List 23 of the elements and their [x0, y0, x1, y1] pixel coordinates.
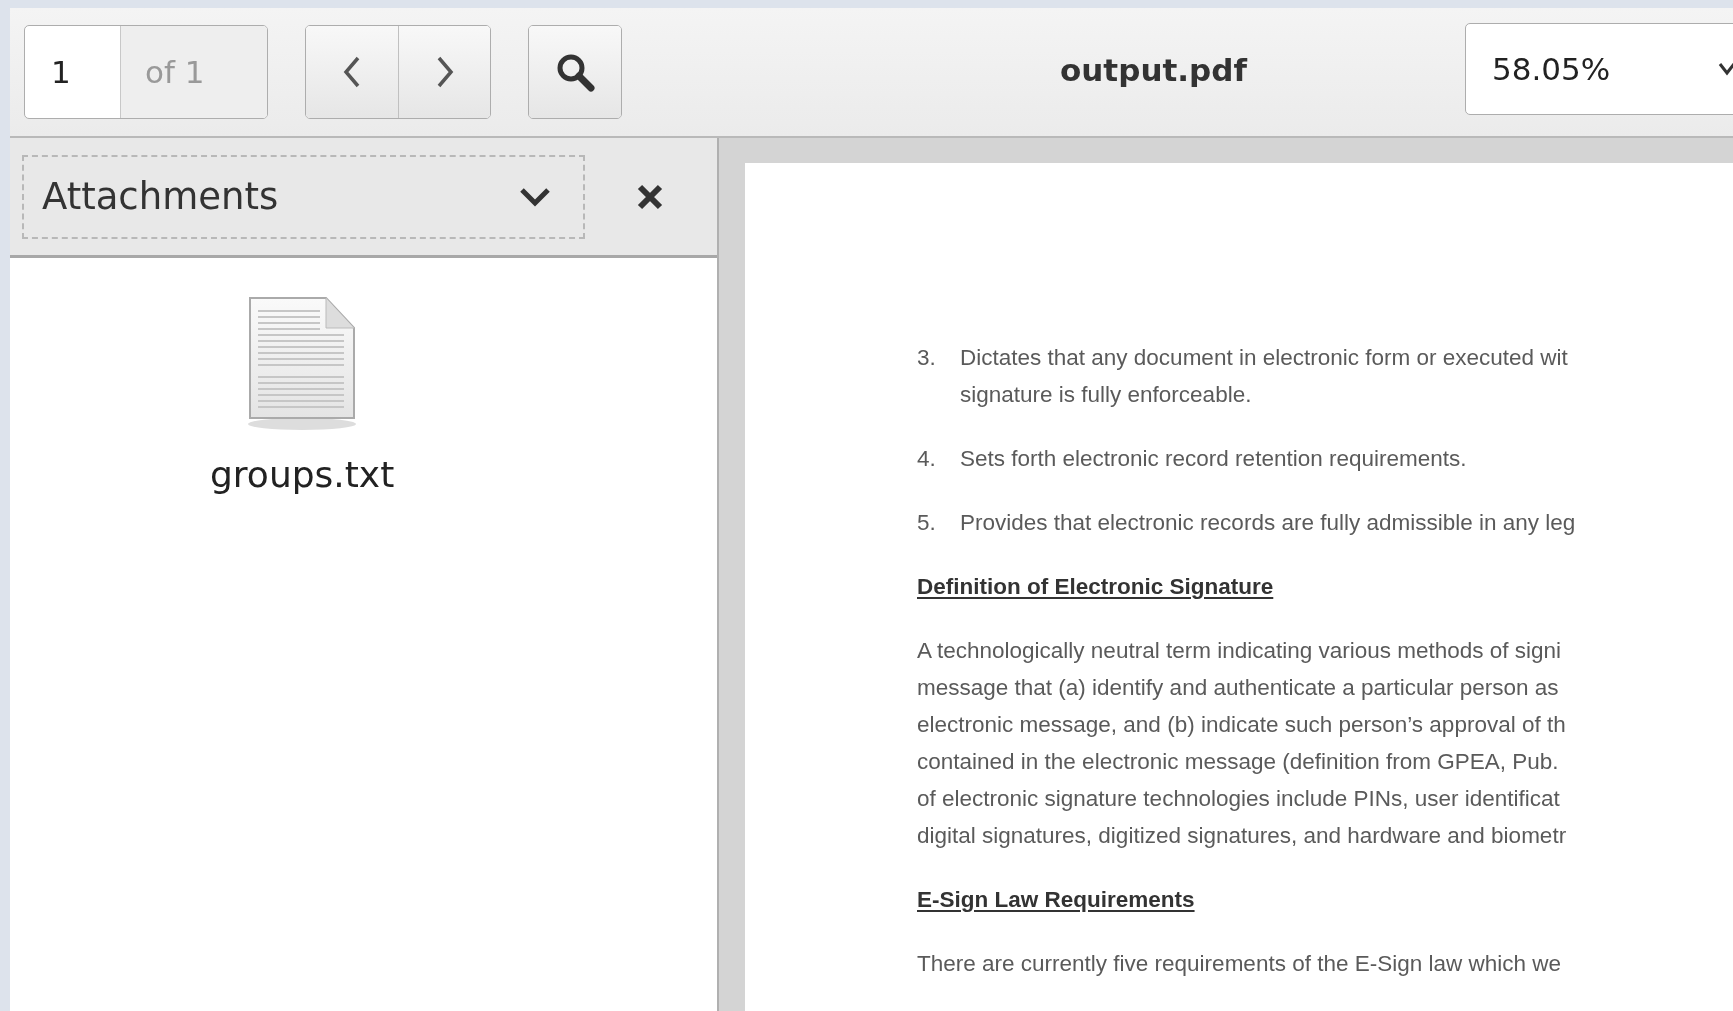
list-number: 3. — [917, 344, 937, 372]
list-number: 4. — [917, 445, 937, 473]
section-heading: E-Sign Law Requirements — [917, 886, 1195, 914]
list-item-text: Sets forth electronic record retention requirements. — [960, 445, 1467, 473]
search-icon — [555, 52, 595, 92]
zoom-dropdown[interactable]: 58.05% — [1465, 23, 1733, 115]
list-number: 5. — [917, 509, 937, 537]
close-icon[interactable] — [637, 183, 663, 210]
attachment-item[interactable]: groups.txt — [210, 296, 395, 495]
attachment-name: groups.txt — [210, 454, 395, 495]
sidebar-view-dropdown[interactable]: Attachments — [22, 154, 585, 239]
caret-icon — [1718, 62, 1733, 76]
search-button[interactable] — [529, 26, 621, 118]
page-count: of 1 — [121, 26, 267, 118]
text-file-icon — [246, 296, 359, 432]
chevron-down-icon — [519, 186, 551, 207]
chevron-left-icon — [342, 56, 362, 88]
list-item-text: Provides that electronic records are fully admissible in any leg — [960, 509, 1576, 537]
list-item-text: Dictates that any document in electronic form or executed wit signature is fully enforceable. — [960, 344, 1568, 409]
document-title: output.pdf — [1060, 52, 1247, 88]
paragraph: There are currently five requirements of the E-Sign law which we — [917, 950, 1562, 978]
section-heading: Definition of Electronic Signature — [917, 573, 1274, 601]
paragraph: A technologically neutral term indicating various methods of signi message that (a) identify and authenticate a particular person as electronic message, and (b) indicate such person’s approval of th contained in the electronic message (definition from GPEA, Pub. of electronic signature technologies include PINs, user identificat digital signatures, digitized signatures, and hardware and biometr — [917, 637, 1567, 850]
